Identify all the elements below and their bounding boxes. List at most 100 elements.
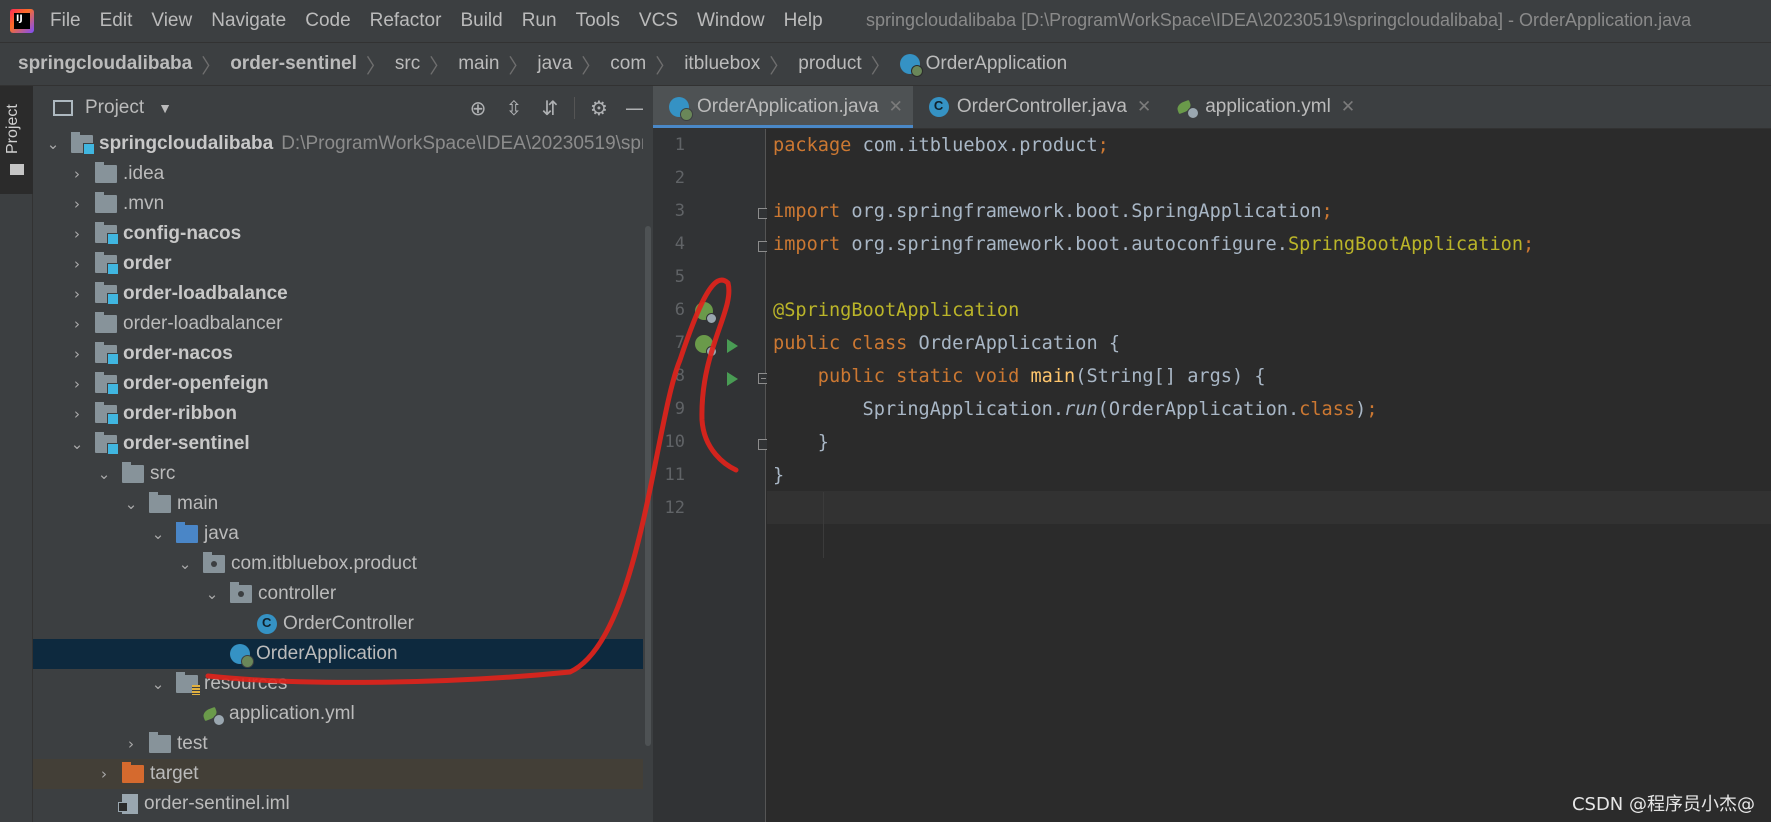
- gear-icon[interactable]: ⚙: [588, 97, 610, 119]
- chevron-right-icon[interactable]: ›: [69, 225, 85, 243]
- tree-item-order-ribbon[interactable]: › order-ribbon: [33, 399, 653, 429]
- chevron-down-icon[interactable]: ⌄: [69, 435, 85, 453]
- tab-application-yml[interactable]: application.yml ✕: [1161, 86, 1365, 128]
- menu-navigate[interactable]: Navigate: [211, 10, 286, 32]
- keyword-token: public class: [773, 333, 908, 354]
- chevron-right-icon[interactable]: ›: [69, 375, 85, 393]
- close-icon[interactable]: ✕: [1137, 97, 1151, 117]
- dropdown-arrow-icon[interactable]: ▼: [158, 100, 172, 116]
- tree-item-order-loadbalancer[interactable]: › order-loadbalancer: [33, 309, 653, 339]
- tab-ordercontroller-java[interactable]: OrderController.java ✕: [913, 86, 1161, 128]
- chevron-down-icon[interactable]: ⌄: [204, 585, 220, 603]
- tab-orderapplication-java[interactable]: OrderApplication.java ✕: [653, 86, 913, 128]
- close-icon[interactable]: ✕: [1341, 97, 1355, 117]
- tree-item-resources[interactable]: ⌄ resources: [33, 669, 653, 699]
- breadcrumb-java[interactable]: java: [537, 53, 572, 75]
- chevron-right-icon[interactable]: ›: [123, 735, 139, 753]
- menu-edit[interactable]: Edit: [100, 10, 133, 32]
- tree-item-order[interactable]: › order: [33, 249, 653, 279]
- project-panel-toolbar: ⊕ ⇳ ⇵ ⚙ —: [460, 86, 653, 129]
- line-number: 3: [674, 201, 685, 221]
- module-folder-icon: [95, 342, 119, 365]
- expand-all-icon[interactable]: ⇳: [503, 97, 525, 119]
- tree-item-springcloudalibaba[interactable]: ⌄ springcloudalibaba D:\ProgramWorkSpace…: [33, 129, 653, 159]
- tree-item-order-sentinel[interactable]: ⌄ order-sentinel: [33, 429, 653, 459]
- breadcrumb-src[interactable]: src: [395, 53, 420, 75]
- folder-icon: [95, 312, 117, 333]
- menu-view[interactable]: View: [151, 10, 192, 32]
- breadcrumb-com[interactable]: com: [610, 53, 646, 75]
- keyword-token: import: [773, 234, 841, 255]
- toolbar-divider: [574, 96, 575, 119]
- run-icon[interactable]: [727, 339, 738, 353]
- tree-item-order-nacos[interactable]: › order-nacos: [33, 339, 653, 369]
- spring-boot-class-icon: [899, 54, 923, 77]
- tree-item-orderapplication[interactable]: › OrderApplication: [33, 639, 653, 669]
- menu-window[interactable]: Window: [697, 10, 765, 32]
- resources-folder-icon: [176, 672, 200, 695]
- tree-item-test[interactable]: › test: [33, 729, 653, 759]
- scrollbar-thumb[interactable]: [645, 226, 651, 746]
- breadcrumb-module[interactable]: order-sentinel: [230, 53, 357, 75]
- spring-bean-icon[interactable]: [695, 335, 717, 357]
- tree-item-com-itbluebox-product[interactable]: ⌄ com.itbluebox.product: [33, 549, 653, 579]
- tree-item-main[interactable]: ⌄ main: [33, 489, 653, 519]
- breadcrumb-product[interactable]: product: [798, 53, 861, 75]
- breadcrumb-itbluebox[interactable]: itbluebox: [684, 53, 760, 75]
- tree-item-ordercontroller[interactable]: › OrderController: [33, 609, 653, 639]
- tree-item-mvn[interactable]: › .mvn: [33, 189, 653, 219]
- chevron-right-icon[interactable]: ›: [69, 165, 85, 183]
- tree-item-order-sentinel-iml[interactable]: › order-sentinel.iml: [33, 789, 653, 819]
- breadcrumb-class[interactable]: OrderApplication: [926, 53, 1068, 75]
- chevron-down-icon[interactable]: ⌄: [45, 135, 61, 153]
- tree-item-src[interactable]: ⌄ src: [33, 459, 653, 489]
- chevron-right-icon[interactable]: ›: [69, 345, 85, 363]
- chevron-right-icon[interactable]: ›: [69, 195, 85, 213]
- breadcrumb-main[interactable]: main: [458, 53, 499, 75]
- line-number: 11: [664, 465, 685, 485]
- tree-item-application-yml[interactable]: › application.yml: [33, 699, 653, 729]
- menu-refactor[interactable]: Refactor: [370, 10, 442, 32]
- project-tool-tab[interactable]: Project: [0, 86, 33, 194]
- chevron-down-icon[interactable]: ⌄: [96, 465, 112, 483]
- chevron-right-icon[interactable]: ›: [69, 255, 85, 273]
- menu-help[interactable]: Help: [784, 10, 823, 32]
- chevron-right-icon[interactable]: ›: [69, 315, 85, 333]
- close-icon[interactable]: ✕: [889, 97, 903, 117]
- spring-bean-icon[interactable]: [695, 302, 717, 324]
- chevron-down-icon[interactable]: ⌄: [177, 555, 193, 573]
- tree-item-controller[interactable]: ⌄ controller: [33, 579, 653, 609]
- chevron-down-icon[interactable]: ⌄: [150, 525, 166, 543]
- chevron-down-icon[interactable]: ⌄: [123, 495, 139, 513]
- collapse-all-icon[interactable]: ⇵: [539, 97, 561, 119]
- code-line-8: public static void main(String[] args) {: [773, 360, 1266, 393]
- tree-item-order-openfeign[interactable]: › order-openfeign: [33, 369, 653, 399]
- menu-tools[interactable]: Tools: [576, 10, 620, 32]
- folder-icon: [53, 99, 73, 116]
- menu-run[interactable]: Run: [522, 10, 557, 32]
- indent-guide: [823, 492, 824, 558]
- chevron-right-icon[interactable]: ›: [96, 765, 112, 783]
- menu-build[interactable]: Build: [460, 10, 502, 32]
- chevron-down-icon[interactable]: ⌄: [150, 675, 166, 693]
- chevron-right-icon[interactable]: ›: [69, 405, 85, 423]
- code-line-11: }: [773, 459, 784, 492]
- run-icon[interactable]: [727, 372, 738, 386]
- line-number: 10: [664, 432, 685, 452]
- tree-item-java[interactable]: ⌄ java: [33, 519, 653, 549]
- chevron-right-icon[interactable]: ›: [69, 285, 85, 303]
- locate-icon[interactable]: ⊕: [467, 97, 489, 119]
- menu-code[interactable]: Code: [305, 10, 350, 32]
- menu-file[interactable]: File: [50, 10, 81, 32]
- menu-vcs[interactable]: VCS: [639, 10, 678, 32]
- breadcrumb-project[interactable]: springcloudalibaba: [18, 53, 192, 75]
- tree-item-config-nacos[interactable]: › config-nacos: [33, 219, 653, 249]
- tree-item-idea[interactable]: › .idea: [33, 159, 653, 189]
- project-view-selector[interactable]: Project: [85, 97, 144, 119]
- line-number: 12: [664, 498, 685, 518]
- tree-item-label: com.itbluebox.product: [231, 553, 417, 574]
- code-editor[interactable]: package com.itbluebox.product; import or…: [767, 129, 1771, 822]
- project-panel-scrollbar[interactable]: [643, 86, 653, 822]
- tree-item-order-loadbalance[interactable]: › order-loadbalance: [33, 279, 653, 309]
- tree-item-target[interactable]: › target: [33, 759, 653, 789]
